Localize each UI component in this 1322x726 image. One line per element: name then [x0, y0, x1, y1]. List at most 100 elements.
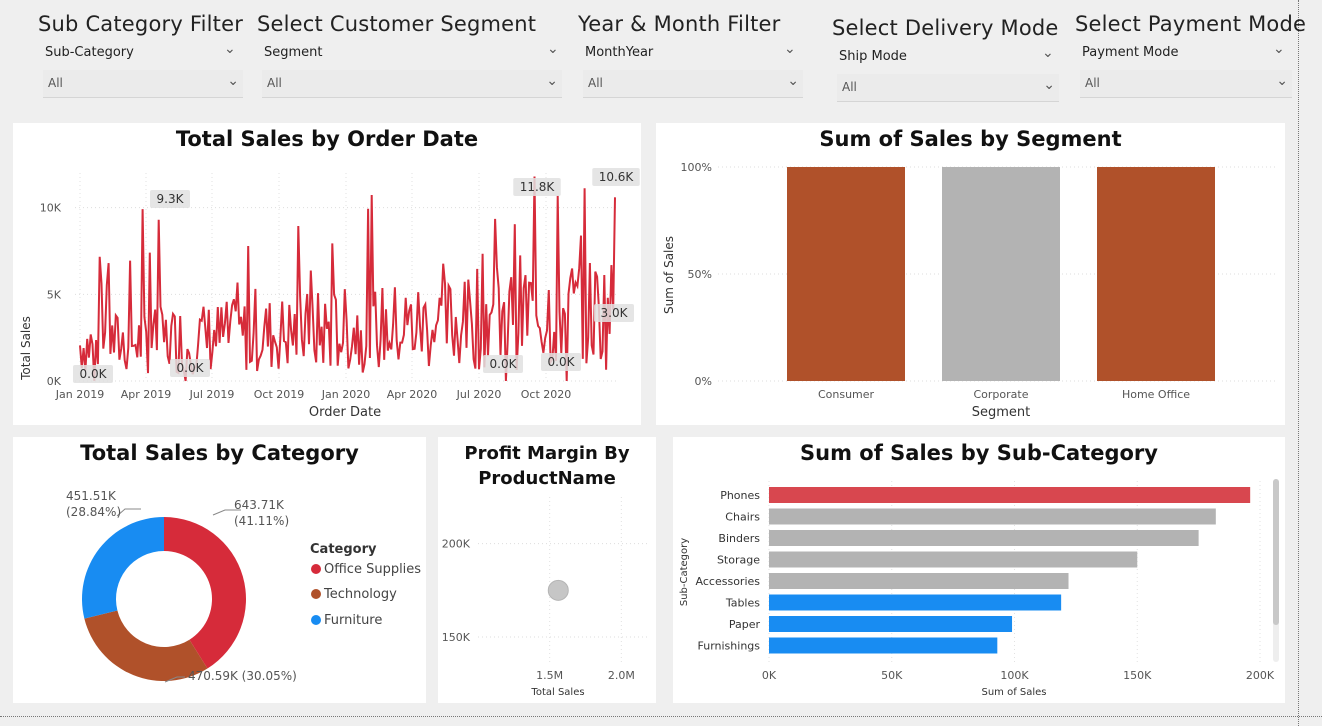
x-axis-title: Sum of Sales [981, 687, 1046, 698]
x-tick-label: Oct 2019 [254, 388, 305, 401]
slice-furniture[interactable] [82, 517, 164, 619]
scatter-point[interactable] [547, 579, 569, 601]
bar-chairs[interactable] [769, 508, 1216, 525]
slicer-month-year[interactable]: Year & Month Filter MonthYear ⌄ All ⌄ [578, 0, 803, 110]
subcat-chart-card[interactable]: Sum of Sales by Sub-Category 0K 50K 100K 15… [673, 437, 1285, 703]
x-tick-label: Jan 2019 [55, 388, 104, 401]
segment-chart-card[interactable]: Sum of Sales by Segment 0% 50% 100% Consum… [656, 123, 1285, 425]
data-label: 0.0K [170, 359, 210, 377]
slicer-payment-mode[interactable]: Select Payment Mode Payment Mode ⌄ All ⌄ [1075, 0, 1306, 110]
svg-text:10.6K: 10.6K [599, 170, 635, 184]
svg-text:Office Supplies: Office Supplies [324, 562, 421, 577]
x-tick-label: 200K [1246, 669, 1275, 682]
slicer-field-label: Sub-Category [45, 45, 134, 60]
x-axis-title: Order Date [309, 405, 381, 420]
y-tick-label: Storage [717, 554, 760, 567]
chevron-down-icon[interactable]: ⌄ [227, 73, 239, 89]
svg-text:3.0K: 3.0K [601, 306, 629, 320]
y-tick-label: Accessories [696, 575, 761, 588]
data-label: 10.6K [592, 168, 640, 186]
legend-title: Category [310, 542, 377, 557]
bar-storage[interactable] [769, 551, 1138, 568]
svg-text:9.3K: 9.3K [157, 192, 185, 206]
chevron-down-icon[interactable]: ⌄ [784, 41, 796, 57]
svg-text:0.0K: 0.0K [548, 355, 576, 369]
legend-item-furniture[interactable]: Furniture [311, 613, 382, 628]
data-label: 0.0K [73, 365, 113, 383]
bar-binders[interactable] [769, 530, 1199, 546]
slicer-dropdown[interactable]: All ⌄ [1080, 70, 1292, 98]
slicer-dropdown[interactable]: All ⌄ [262, 70, 562, 98]
profit-chart-card[interactable]: Profit Margin By ProductName 150K 200K 1.5… [438, 437, 656, 703]
chevron-down-icon[interactable]: ⌄ [224, 41, 236, 57]
x-tick-label: 150K [1123, 669, 1152, 682]
x-tick-label: 0K [762, 669, 777, 682]
x-tick-label: Apr 2019 [121, 388, 172, 401]
chevron-down-icon[interactable]: ⌄ [1042, 45, 1054, 61]
bar-paper[interactable] [769, 616, 1013, 632]
slicer-title: Select Customer Segment [257, 12, 537, 36]
y-tick-label: 200K [442, 538, 471, 551]
y-tick-label: Tables [725, 597, 760, 610]
slicer-value: All [267, 76, 282, 90]
subcat-chart-svg: 0K 50K 100K 150K 200K Phones Chairs Binders Sto… [679, 479, 1279, 698]
svg-text:Technology: Technology [323, 587, 397, 602]
slice-data-label: 451.51K (28.84%) [66, 489, 121, 519]
scrollbar-thumb[interactable] [1273, 479, 1279, 625]
line-chart-svg: Total Sales Order Date 0K 5K 10K Jan 2019 A… [19, 168, 640, 420]
bar-home-office[interactable] [1097, 167, 1215, 381]
slicer-dropdown[interactable]: All ⌄ [583, 70, 803, 98]
chevron-down-icon[interactable]: ⌄ [1273, 41, 1285, 57]
slicer-title: Year & Month Filter [578, 12, 781, 36]
data-label: 11.8K [513, 178, 561, 196]
x-tick-label: 1.5M [536, 669, 563, 682]
y-tick-label: 0% [695, 375, 712, 388]
y-tick-label: Paper [729, 618, 761, 631]
bar-phones[interactable] [769, 487, 1251, 503]
bar-corporate[interactable] [942, 167, 1060, 381]
canvas-border-right [1298, 0, 1299, 726]
chevron-down-icon[interactable]: ⌄ [1043, 77, 1055, 93]
svg-text:0.0K: 0.0K [490, 357, 518, 371]
slicer-title: Select Payment Mode [1075, 12, 1307, 36]
slicer-value: All [48, 76, 63, 90]
chevron-down-icon[interactable]: ⌄ [547, 41, 559, 57]
data-label: 9.3K [150, 190, 190, 208]
chevron-down-icon[interactable]: ⌄ [1276, 73, 1288, 89]
y-tick-label: 0K [47, 375, 62, 388]
svg-text:11.8K: 11.8K [520, 180, 556, 194]
bar-consumer[interactable] [787, 167, 905, 381]
line-chart-card[interactable]: Total Sales by Order Date Total Sales Or… [13, 123, 641, 425]
x-tick-label: 100K [1000, 669, 1029, 682]
legend-item-office-supplies[interactable]: Office Supplies [311, 562, 421, 577]
x-axis-title: Segment [972, 405, 1031, 420]
bar-accessories[interactable] [769, 573, 1069, 589]
slicer-ship-mode[interactable]: Select Delivery Mode Ship Mode ⌄ All ⌄ [832, 0, 1062, 110]
y-tick-label: 5K [47, 288, 62, 301]
y-axis-title: Total Sales [19, 316, 33, 381]
slicer-dropdown[interactable]: All ⌄ [43, 70, 243, 98]
y-tick-label: 10K [40, 202, 62, 215]
x-tick-label: Jan 2020 [321, 388, 370, 401]
slicer-value: All [842, 80, 857, 94]
legend-item-technology[interactable]: Technology [311, 587, 397, 602]
x-tick-label: Home Office [1122, 388, 1190, 401]
bar-furnishings[interactable] [769, 637, 998, 654]
chevron-down-icon[interactable]: ⌄ [546, 73, 558, 89]
slicer-title: Select Delivery Mode [832, 16, 1059, 40]
slice-data-label: 470.59K (30.05%) [188, 669, 297, 683]
y-axis-title: Sum of Sales [662, 236, 676, 314]
bar-tables[interactable] [769, 594, 1062, 611]
y-tick-label: Binders [718, 532, 760, 545]
slicer-dropdown[interactable]: All ⌄ [837, 74, 1059, 102]
svg-text:0.0K: 0.0K [80, 367, 108, 381]
slicer-segment[interactable]: Select Customer Segment Segment ⌄ All ⌄ [257, 0, 567, 110]
slicer-sub-category[interactable]: Sub Category Filter Sub-Category ⌄ All ⌄ [38, 0, 243, 110]
slicer-field-label: MonthYear [585, 45, 654, 60]
data-label: 0.0K [483, 355, 523, 373]
y-tick-label: 150K [442, 631, 471, 644]
x-tick-label: Jul 2020 [456, 388, 502, 401]
category-chart-card[interactable]: Total Sales by Category 643.71K (41.11%) 4… [13, 437, 426, 703]
slicer-field-label: Payment Mode [1082, 45, 1179, 60]
chevron-down-icon[interactable]: ⌄ [787, 73, 799, 89]
